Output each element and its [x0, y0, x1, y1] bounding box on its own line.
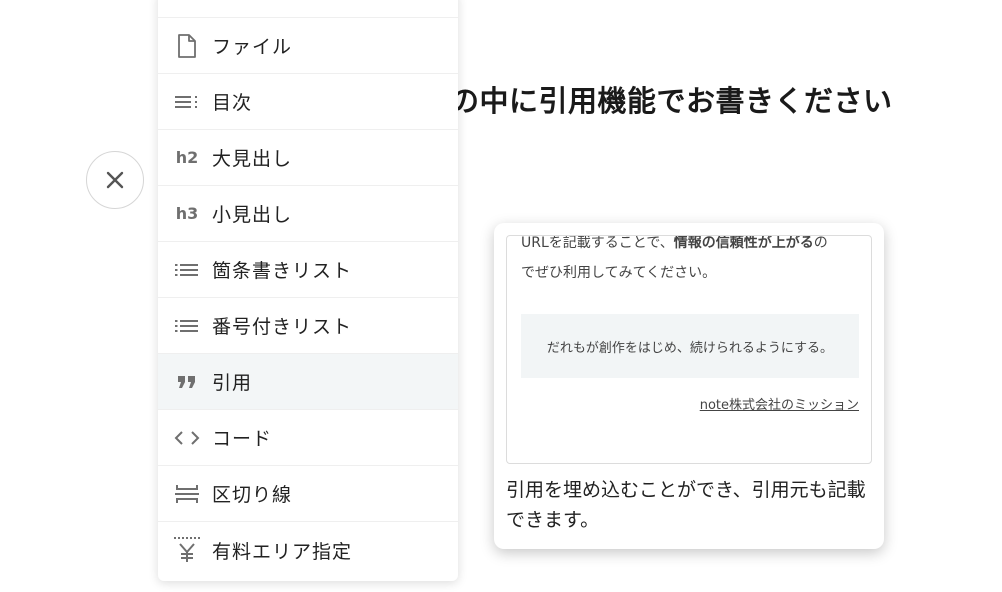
menu-item-label: コード — [212, 428, 273, 450]
bullet-list-icon — [172, 262, 202, 278]
preview-quote-block: だれもが創作をはじめ、続けられるようにする。 — [521, 314, 859, 378]
menu-item-label: 引用 — [212, 372, 253, 394]
preview-text-plain: URLを記載することで、 — [521, 235, 674, 251]
numbered-list-icon — [172, 318, 202, 334]
menu-item-file[interactable]: ファイル — [158, 18, 458, 74]
quote-icon — [172, 375, 202, 389]
menu-item-hidden-top[interactable] — [158, 0, 458, 18]
code-icon — [172, 430, 202, 446]
menu-item-toc[interactable]: 目次 — [158, 74, 458, 130]
close-icon — [106, 171, 124, 189]
menu-item-label: 有料エリア指定 — [212, 540, 353, 563]
page-heading: の中に引用機能でお書きください — [450, 84, 893, 118]
quote-tooltip: URLを記載することで、情報の信頼性が上がるの でぜひ利用してみてください。 だ… — [494, 223, 884, 549]
menu-item-label: ファイル — [212, 36, 293, 58]
menu-item-label: 大見出し — [212, 148, 293, 170]
preview-text-bold: 情報の信頼性が上がる — [673, 235, 814, 251]
menu-item-label: 目次 — [212, 92, 253, 114]
close-button[interactable] — [86, 151, 144, 209]
menu-item-label: 小見出し — [212, 204, 293, 226]
toc-icon — [172, 94, 202, 110]
preview-text-end: の — [813, 235, 828, 251]
paid-area-icon — [172, 536, 202, 564]
menu-item-h3[interactable]: h3 小見出し — [158, 186, 458, 242]
menu-item-code[interactable]: コード — [158, 410, 458, 466]
tooltip-description: 引用を埋め込むことができ、引用元も記載できます。 — [506, 479, 866, 531]
menu-item-label: 番号付きリスト — [212, 316, 353, 338]
menu-item-numbered-list[interactable]: 番号付きリスト — [158, 298, 458, 354]
preview-quote-citation: note株式会社のミッション — [699, 398, 859, 413]
preview-text-line2: でぜひ利用してみてください。 — [521, 265, 717, 281]
menu-item-label: 区切り線 — [212, 484, 293, 506]
menu-item-paid-area[interactable]: 有料エリア指定 — [158, 522, 458, 578]
menu-item-quote[interactable]: 引用 — [158, 354, 458, 410]
h2-icon: h2 — [175, 148, 199, 167]
menu-item-bullet-list[interactable]: 箇条書きリスト — [158, 242, 458, 298]
file-icon — [172, 33, 202, 58]
menu-item-label: 箇条書きリスト — [212, 260, 353, 282]
menu-item-divider[interactable]: 区切り線 — [158, 466, 458, 522]
divider-icon — [172, 484, 202, 504]
quote-preview: URLを記載することで、情報の信頼性が上がるの でぜひ利用してみてください。 だ… — [506, 235, 872, 464]
menu-item-h2[interactable]: h2 大見出し — [158, 130, 458, 186]
insert-menu: ファイル 目次 h2 大見出し h3 小見出し 箇条書きリスト 番号付きリスト … — [158, 0, 458, 581]
h3-icon: h3 — [175, 204, 199, 223]
preview-text-line1: URLを記載することで、情報の信頼性が上がるの — [521, 235, 828, 252]
